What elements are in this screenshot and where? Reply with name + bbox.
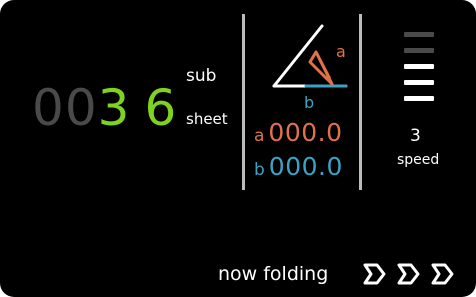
b-value: 000.0	[268, 152, 343, 181]
speed-value: 3	[410, 126, 421, 146]
a-letter: a	[254, 126, 265, 146]
speed-bar	[404, 48, 434, 53]
sub-label: sub	[186, 66, 217, 86]
triangle-icon	[272, 24, 348, 88]
folding-chevron-icon	[431, 263, 454, 285]
speed-label: speed	[397, 152, 440, 168]
b-measurement: b 000.0	[254, 152, 343, 181]
divider-left	[242, 14, 245, 190]
counter-digit-1: 0	[32, 79, 65, 137]
counter-digit-3: 3	[97, 79, 131, 137]
sheet-counter: 0 0 3 6	[32, 78, 177, 138]
speed-bar	[404, 32, 434, 37]
folding-chevron-icon	[363, 263, 386, 285]
counter-digit-2: 0	[64, 79, 98, 137]
a-measurement: a 000.0	[254, 118, 343, 147]
counter-digit-4: 6	[144, 79, 178, 137]
triangle-b-label: b	[304, 93, 315, 112]
fold-angle-diagram	[270, 22, 360, 112]
folding-chevron-icon	[397, 263, 420, 285]
status-text: now folding	[218, 263, 329, 285]
a-value: 000.0	[268, 118, 343, 147]
sheet-label: sheet	[186, 110, 228, 128]
machine-display-panel: 0 0 3 6 sub sheet a b a 000.0 b 000.0 3 …	[0, 0, 476, 297]
b-letter: b	[254, 160, 265, 180]
speed-bar	[404, 96, 434, 101]
speed-bar	[404, 80, 434, 85]
speed-bar	[404, 64, 434, 69]
triangle-a-label: a	[336, 42, 346, 61]
